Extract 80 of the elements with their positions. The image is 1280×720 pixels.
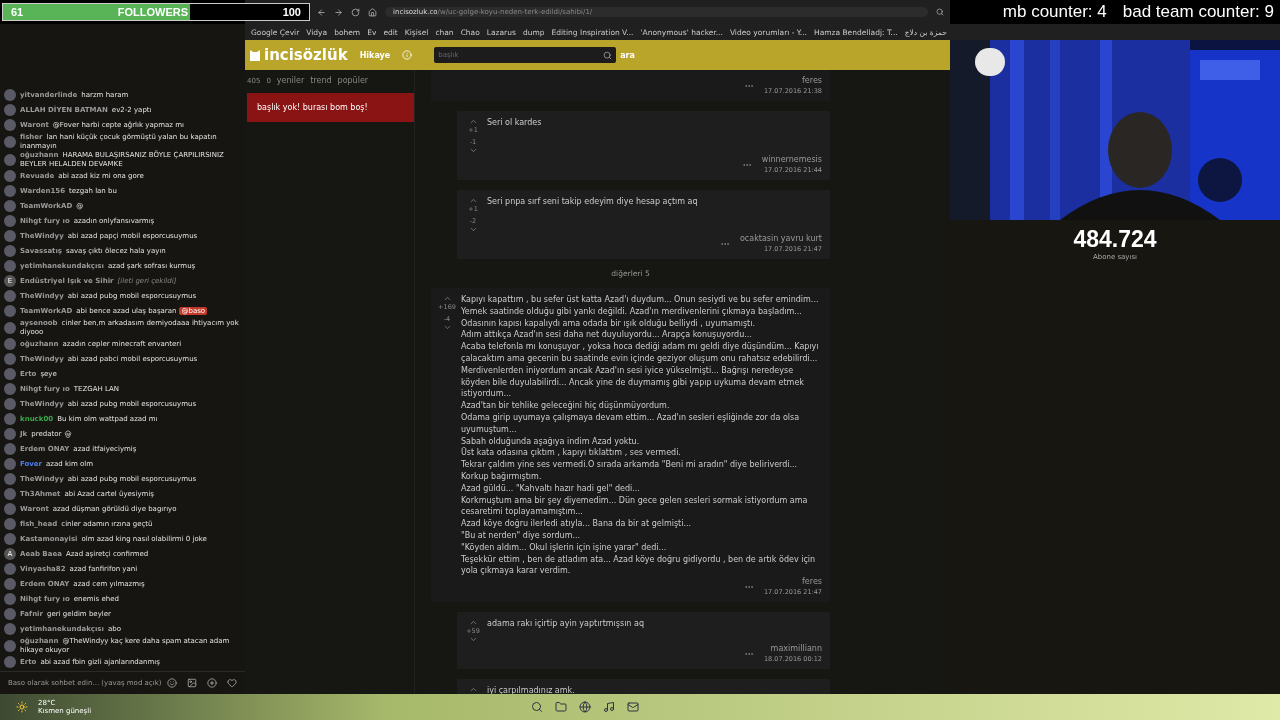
- entry-text: iyi çarpılmadınız amk.: [487, 685, 576, 694]
- user-avatar: [4, 639, 16, 652]
- counter-label: mb counter: 4: [1002, 2, 1107, 22]
- user-avatar: [4, 89, 16, 101]
- topic-tab[interactable]: popüler: [337, 76, 369, 85]
- search-icon: [603, 50, 613, 60]
- zoom-icon[interactable]: [936, 8, 944, 16]
- entry-text: Seri pnpa sırf seni takip edeyim diye hesap açtım aq: [487, 196, 699, 208]
- entry-author[interactable]: feres: [802, 577, 822, 587]
- user-avatar: [4, 443, 16, 455]
- music-icon[interactable]: [603, 701, 616, 713]
- weather-icon[interactable]: [16, 701, 28, 713]
- user-avatar: [4, 353, 16, 365]
- upvote-icon[interactable]: [468, 117, 478, 126]
- user-avatar: [4, 135, 16, 148]
- user-avatar: [4, 473, 16, 485]
- entry-author[interactable]: feres: [802, 76, 822, 85]
- downvote-icon[interactable]: [468, 225, 478, 234]
- user-avatar: [4, 503, 16, 515]
- user-avatar: [4, 119, 16, 131]
- user-avatar: [4, 200, 16, 212]
- plus-icon[interactable]: [207, 678, 217, 688]
- user-avatar: [4, 458, 16, 470]
- subscriber-count: 484.724: [1073, 226, 1157, 253]
- home-icon[interactable]: [368, 7, 377, 17]
- user-avatar: [4, 104, 16, 116]
- user-avatar: [4, 170, 16, 182]
- followers-label: FOLLOWERS: [117, 6, 189, 18]
- user-avatar: [4, 428, 16, 440]
- heart-icon[interactable]: [227, 678, 237, 688]
- user-avatar: [4, 578, 16, 590]
- topic-tab[interactable]: yeniler: [276, 76, 305, 85]
- entry-author[interactable]: ocaktasin yavru kurt: [739, 234, 822, 243]
- mail-icon[interactable]: [627, 701, 640, 713]
- skull-icon: [64, 429, 73, 438]
- user-avatar: [4, 488, 16, 500]
- globe-icon[interactable]: [579, 701, 592, 713]
- entry-text: Kapıyı kapattım , bu sefer üst katta Azad'ı duydum... Onun sesiydi ve bu sefer emindim... Yemek saatinde olduğu gibi yankı değildi. Azad'ın merdivenlerini çıkmaya başladım... Odasının kapısı kapalıydı ama odada bir ışık olduğu belliydi , uyumamıştı. Adım attıkça Azad'ın sesi daha net duyuluyordu... Arapça konuşuyordu... Acaba telefonla mı konuşuyor , yoksa hoca dediği adam mı geldi diye düşündüm... Kapıyı çalacaktım ama gecenin bu saatinde evin içinde geziyor oluşum onu rahatsız edebilirdi... Merdivenlerden iniyordum ancak Azad'ın sesi iyice yükselmişti... Bağrışı neredeyse köyden bile duyulabilirdi... Ancak yine de duymamış gibi yapıp uykuma devam etmek istiyordum... Azad'tan bir tehlike geleceğini hiç düşünmüyordum. Odama girip uyumaya çalışmaya devam ettim... Azad'ın sesleri eşliğinde zor da olsa uyumuştum... Sabah olduğunda aşağıya indim Azad yoktu. Üst kata odasına çıktım , kapıyı tıklattım , ses vermedi. Tekrar çaldım yine ses vermedi.O sırada arkamda "Beni mi aradın" diye beliriverdi... Korkup bağırmıştım. Azad güldü... "Kahvaltı hazır hadi gel" dedi... Korkmuştum ama bir şey diyemedim... Dün gece gelen sesleri sormak istiyordum ama cesaretimi toplayamamıştım... Azad köye doğru ilerledi atıyla... Bana da bir at gelmişti... "Bu at nerden" diye sordum... "Köyden aldım... Okul işlerin için işine yarar" dedi... Teşekkür ettim , ben de atladım ata... Azad köye doğru gidiyordu , ben de artık ödev için yola çıkmaya karar verdim.: [461, 294, 820, 577]
- user-avatar: [4, 656, 16, 668]
- user-avatar: [4, 338, 16, 350]
- entry-text: Seri ol kardes: [487, 117, 543, 129]
- user-avatar: [4, 383, 16, 395]
- search-icon[interactable]: [531, 701, 544, 713]
- user-avatar: [4, 368, 16, 380]
- reload-icon[interactable]: [351, 7, 360, 17]
- user-avatar: [4, 185, 16, 197]
- downvote-icon[interactable]: [442, 323, 452, 332]
- user-avatar: [4, 563, 16, 575]
- counter-label: bad team counter: 9: [1122, 2, 1274, 22]
- user-avatar: [4, 608, 16, 620]
- user-avatar: [4, 245, 16, 257]
- user-avatar: [4, 290, 16, 302]
- forward-icon[interactable]: [334, 7, 343, 17]
- user-avatar: [4, 518, 16, 530]
- user-avatar: [4, 533, 16, 545]
- user-avatar: [4, 321, 16, 334]
- user-avatar: [4, 305, 16, 317]
- topic-tab[interactable]: trend: [310, 76, 332, 85]
- emoji-icon[interactable]: [167, 678, 177, 688]
- user-avatar: [4, 413, 16, 425]
- folder-icon[interactable]: [555, 701, 568, 713]
- user-avatar: [4, 230, 16, 242]
- user-avatar: [4, 593, 16, 605]
- followers-goal: 100: [282, 6, 301, 18]
- downvote-icon[interactable]: [468, 146, 478, 155]
- user-avatar: [4, 260, 16, 272]
- upvote-icon[interactable]: [468, 196, 478, 205]
- entry-author[interactable]: winnernemesis: [761, 155, 822, 164]
- empty-notice: başlık yok! burası bom boş!: [247, 93, 414, 122]
- upvote-icon[interactable]: [442, 294, 452, 303]
- user-avatar: [4, 623, 16, 635]
- followers-count: 61: [11, 6, 24, 18]
- upvote-icon[interactable]: [468, 685, 478, 694]
- image-icon[interactable]: [187, 678, 197, 688]
- back-icon[interactable]: [317, 7, 326, 17]
- entry-text: adama rakı içirtip ayin yaptırtmışsın aq: [487, 618, 645, 631]
- user-avatar: [4, 153, 16, 166]
- user-avatar: [4, 398, 16, 410]
- entry-author[interactable]: maximilliann: [770, 644, 822, 654]
- user-avatar: [4, 215, 16, 227]
